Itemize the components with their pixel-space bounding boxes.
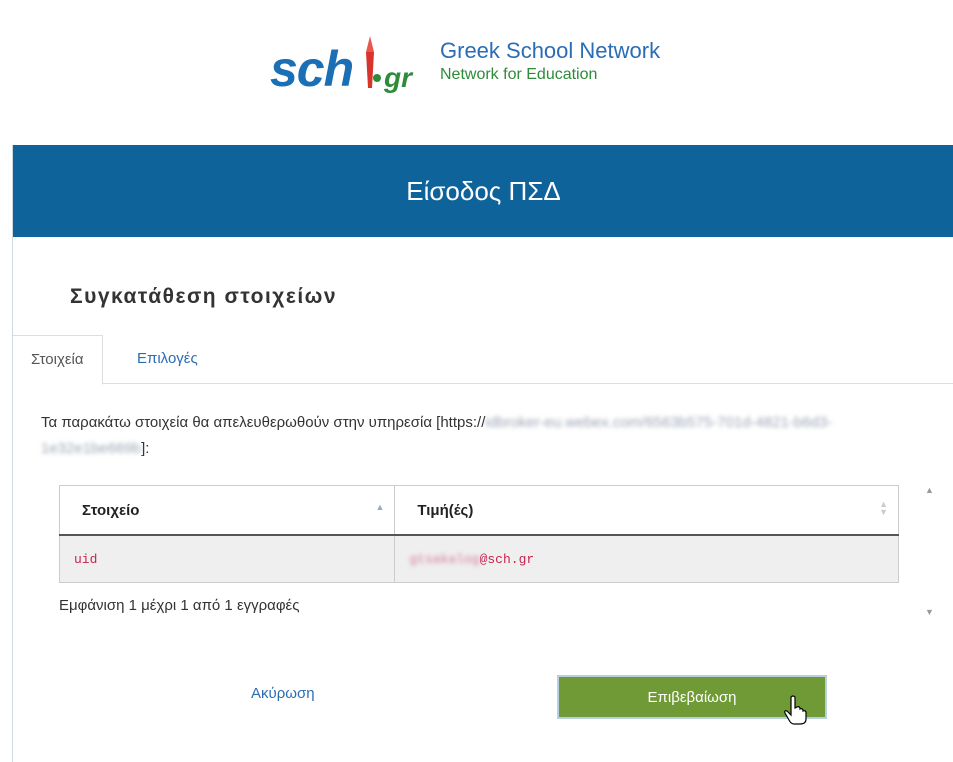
logo-wordmark: sch xyxy=(270,41,354,97)
logo: sch gr Greek School Network Network for … xyxy=(270,30,690,94)
sort-both-icon: ▲ ▼ xyxy=(879,499,888,517)
table-row: uid gtsakalog@sch.gr xyxy=(58,534,899,583)
sort-asc-icon: ▲ xyxy=(375,502,385,512)
tabs: Στοιχεία Επιλογές xyxy=(13,335,953,385)
description-suffix: ]: xyxy=(141,440,150,457)
logo-title: Greek School Network xyxy=(440,38,661,63)
logo-dot xyxy=(373,74,381,82)
logo-subtitle: Network for Education xyxy=(440,66,598,83)
logo-suffix: gr xyxy=(384,62,412,93)
attributes-table: Στοιχείο ▲ Τιμή(ές) ▲ ▼ uid gtsakalog@sch… xyxy=(58,485,899,583)
consent-card: Είσοδος ΠΣΔ Συγκατάθεση στοιχείων Στοιχε… xyxy=(12,145,953,762)
table-scrollbar[interactable]: ▲ ▼ xyxy=(919,481,941,621)
attribute-name: uid xyxy=(58,534,396,583)
section-title: Συγκατάθεση στοιχείων xyxy=(70,285,338,308)
tab-options[interactable]: Επιλογές xyxy=(119,335,216,383)
column-header-value[interactable]: Τιμή(ές) ▲ ▼ xyxy=(394,485,899,536)
tab-attributes[interactable]: Στοιχεία xyxy=(13,335,103,385)
column-header-value-label: Τιμή(ές) xyxy=(417,501,474,519)
confirm-button-label: Επιβεβαίωση xyxy=(647,688,737,706)
value-suffix: @sch.gr xyxy=(479,551,535,567)
column-header-attribute[interactable]: Στοιχείο ▲ xyxy=(58,485,396,536)
header-title: Είσοδος ΠΣΔ xyxy=(406,175,561,206)
value-blurred: gtsakalog xyxy=(409,551,480,567)
release-description: Τα παρακάτω στοιχεία θα απελευθερωθούν σ… xyxy=(41,410,921,462)
scroll-down-icon[interactable]: ▼ xyxy=(925,607,934,617)
attribute-value: gtsakalog@sch.gr xyxy=(394,534,899,583)
table-info: Εμφάνιση 1 μέχρι 1 από 1 εγγραφές xyxy=(59,597,300,614)
card-header: Είσοδος ΠΣΔ xyxy=(13,145,953,237)
description-prefix: Τα παρακάτω στοιχεία θα απελευθερωθούν σ… xyxy=(41,414,486,431)
column-header-attribute-label: Στοιχείο xyxy=(82,501,140,519)
cancel-button[interactable]: Ακύρωση xyxy=(251,685,315,702)
scroll-up-icon[interactable]: ▲ xyxy=(925,485,934,495)
hand-cursor-icon xyxy=(784,695,807,725)
